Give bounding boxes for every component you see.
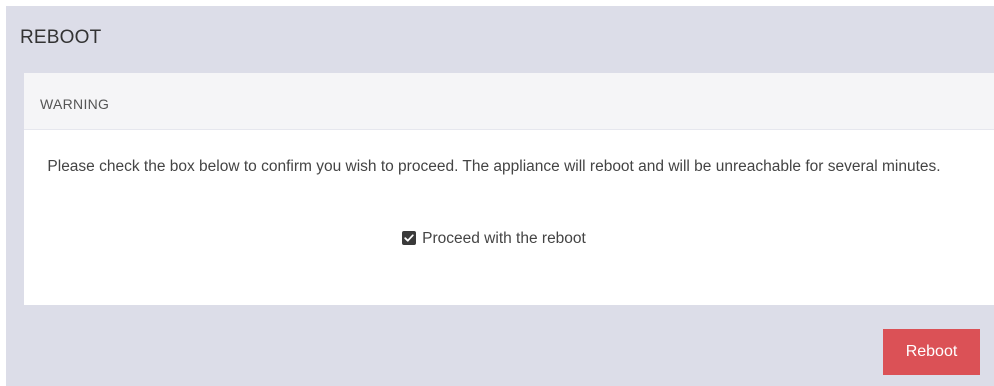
warning-card-body: Please check the box below to confirm yo… [24, 130, 994, 305]
warning-card: WARNING Please check the box below to co… [24, 73, 994, 305]
reboot-panel: REBOOT WARNING Please check the box belo… [6, 6, 994, 386]
reboot-button[interactable]: Reboot [883, 329, 980, 375]
panel-title: REBOOT [20, 27, 102, 48]
checkbox-checked-icon[interactable] [402, 231, 417, 245]
warning-card-header: WARNING [24, 73, 994, 130]
warning-title: WARNING [40, 96, 110, 112]
confirm-reboot-label[interactable]: Proceed with the reboot [422, 230, 586, 247]
warning-message: Please check the box below to confirm yo… [47, 158, 941, 175]
confirm-reboot-row[interactable]: Proceed with the reboot [24, 229, 964, 249]
